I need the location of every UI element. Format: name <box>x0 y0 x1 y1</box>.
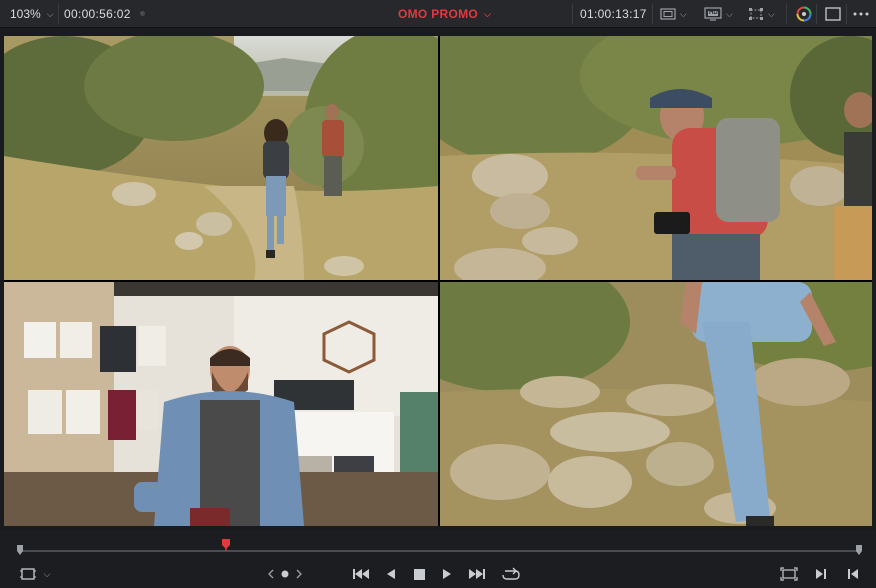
backpack-hiker-image <box>440 36 872 280</box>
clip-hikers-on-trail-wide[interactable] <box>4 36 438 280</box>
jog-wheel[interactable] <box>280 566 290 582</box>
output-resolution-dropdown[interactable]: HD ⌵ <box>704 5 733 23</box>
divider <box>786 4 787 24</box>
jog-prev-button[interactable] <box>266 566 276 582</box>
transport-controls: ⌵ <box>0 560 876 588</box>
cinema-mode-button[interactable] <box>825 5 841 23</box>
full-screen-icon <box>780 567 798 581</box>
skip-to-start-button[interactable] <box>350 566 372 582</box>
divider <box>816 4 817 24</box>
single-viewer-icon <box>825 7 841 21</box>
skip-end-icon <box>469 569 485 579</box>
divider <box>572 4 573 24</box>
step-back-button[interactable] <box>382 566 400 582</box>
clip-hiker-with-backpack-closeup[interactable] <box>440 36 872 280</box>
safe-area-dropdown[interactable]: ⌵ <box>660 5 687 23</box>
skip-to-end-button[interactable] <box>466 566 488 582</box>
legs-rocks-image <box>440 282 872 526</box>
playhead-icon[interactable] <box>221 539 230 551</box>
divider <box>58 4 59 24</box>
timeline-track[interactable] <box>20 550 860 552</box>
divider <box>652 4 653 24</box>
next-clip-icon <box>816 569 826 579</box>
transform-icon <box>749 8 763 20</box>
chevron-down-icon: ⌵ <box>46 8 54 19</box>
full-screen-button[interactable] <box>778 566 800 582</box>
divider <box>846 4 847 24</box>
viewer-toolbar: 103% ⌵ 00:00:56:02 OMO PROMO ⌵ 01:00:13:… <box>0 0 876 28</box>
stop-icon <box>413 568 425 580</box>
color-scopes-button[interactable] <box>796 5 812 23</box>
loop-button[interactable] <box>500 566 522 582</box>
viewer-canvas[interactable] <box>4 36 872 526</box>
clip-shop-owner-interview[interactable] <box>4 282 438 526</box>
source-timecode: 00:00:56:02 <box>64 7 131 21</box>
project-title-dropdown[interactable]: OMO PROMO ⌵ <box>398 7 491 21</box>
play-icon <box>443 569 451 579</box>
prev-clip-icon <box>848 569 858 579</box>
safe-area-icon <box>660 8 676 20</box>
clip-hiker-legs-on-rocks[interactable] <box>440 282 872 526</box>
out-point-marker-icon[interactable] <box>855 545 863 555</box>
transform-dropdown[interactable]: ⌵ <box>748 5 775 23</box>
loop-icon <box>502 567 520 580</box>
chevron-down-icon: ⌵ <box>768 8 775 19</box>
status-dot-icon <box>140 11 145 16</box>
in-point-marker-icon[interactable] <box>16 545 24 555</box>
scrub-bar[interactable] <box>0 530 876 560</box>
viewer-mode-icon <box>19 568 36 580</box>
play-button[interactable] <box>438 566 456 582</box>
hd-badge: HD <box>709 10 718 16</box>
viewer-mode-dropdown[interactable]: ⌵ <box>18 566 52 582</box>
shop-interview-image <box>4 282 438 526</box>
chevron-down-icon: ⌵ <box>43 568 51 579</box>
next-clip-button[interactable] <box>812 566 830 582</box>
zoom-value: 103% <box>10 7 41 21</box>
prev-clip-button[interactable] <box>844 566 862 582</box>
project-title: OMO PROMO <box>398 7 479 21</box>
chevron-down-icon: ⌵ <box>484 8 492 19</box>
timeline-timecode: 01:00:13:17 <box>580 7 647 21</box>
chevron-down-icon: ⌵ <box>680 8 687 19</box>
jog-next-button[interactable] <box>294 566 304 582</box>
more-options-button[interactable] <box>853 5 869 23</box>
skip-start-icon <box>353 569 369 579</box>
step-back-icon <box>387 569 395 579</box>
jog-dot-icon <box>281 570 289 578</box>
color-wheel-icon <box>796 6 812 22</box>
jog-prev-icon <box>268 569 274 579</box>
more-dots-icon <box>853 12 869 16</box>
hikers-trail-image <box>4 36 438 280</box>
zoom-dropdown[interactable]: 103% ⌵ <box>10 7 54 21</box>
stop-button[interactable] <box>410 566 428 582</box>
chevron-down-icon: ⌵ <box>726 8 733 19</box>
jog-next-icon <box>296 569 302 579</box>
